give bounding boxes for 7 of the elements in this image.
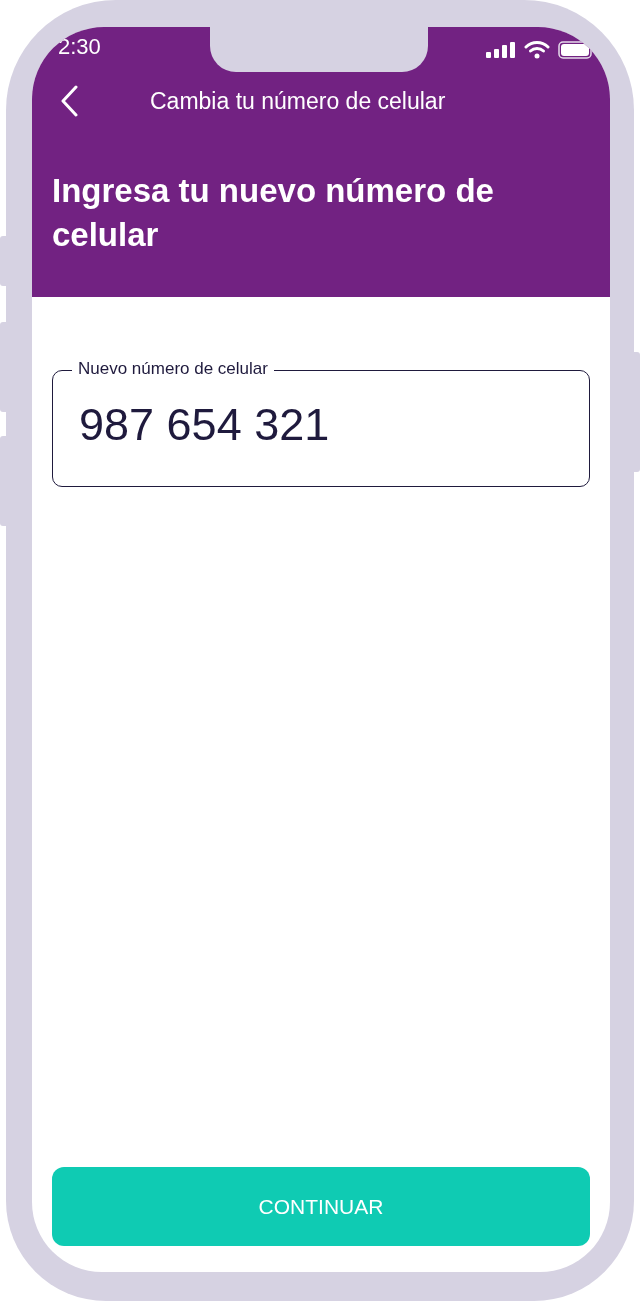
status-time: 2:30 bbox=[58, 35, 101, 59]
back-icon[interactable] bbox=[60, 85, 80, 117]
nav-title: Cambia tu número de celular bbox=[150, 87, 446, 115]
signal-icon bbox=[486, 41, 516, 58]
battery-icon bbox=[558, 40, 592, 59]
wifi-icon bbox=[524, 40, 550, 59]
page-heading: Ingresa tu nuevo número de celular bbox=[51, 171, 495, 255]
